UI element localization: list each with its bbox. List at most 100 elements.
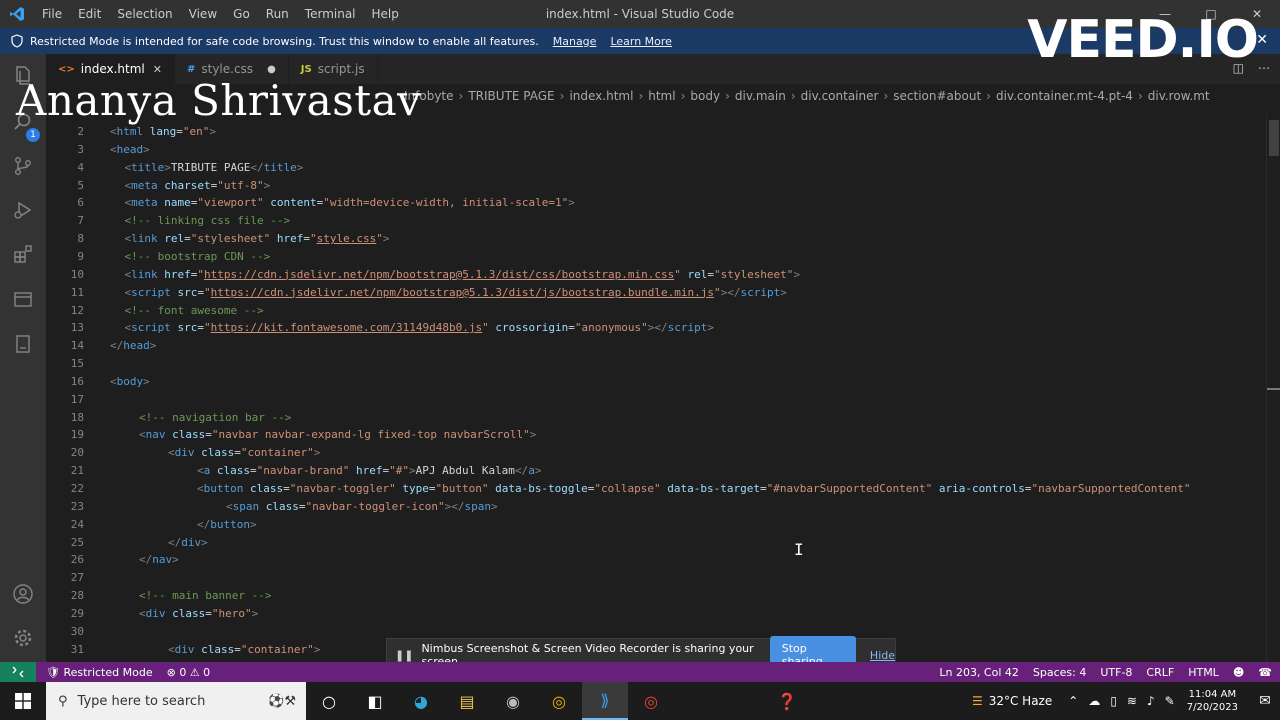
breadcrumb-item[interactable]: TRIBUTE PAGE [468, 89, 554, 103]
code-line[interactable]: 23 <span class="navbar-toggler-icon"></sp… [46, 498, 1266, 516]
more-actions-icon[interactable]: ⋯ [1258, 61, 1270, 75]
line-ending[interactable]: CRLF [1146, 666, 1174, 679]
line-number: 27 [70, 571, 84, 585]
problems-status[interactable]: ⊗ 0 ⚠ 0 [167, 666, 211, 679]
menu-item-view[interactable]: View [181, 7, 225, 21]
code-line[interactable]: 29 <div class="hero"> [46, 605, 1266, 623]
learn-more-link[interactable]: Learn More [610, 35, 672, 48]
code-line[interactable]: 22 <button class="navbar-toggler" type="b… [46, 480, 1266, 498]
cortana-icon[interactable]: ○ [306, 682, 352, 720]
banner-close-icon[interactable]: ✕ [1256, 32, 1268, 48]
code-line[interactable]: 15 [46, 355, 1266, 373]
code-line[interactable]: 9 <!-- bootstrap CDN --> [46, 248, 1266, 266]
menu-item-selection[interactable]: Selection [109, 7, 180, 21]
code-line[interactable]: 4 <title>TRIBUTE PAGE</title> [46, 159, 1266, 177]
vscode-taskbar-icon[interactable]: ⟫ [582, 682, 628, 720]
chrome-icon[interactable]: ◎ [536, 682, 582, 720]
windows-start-icon[interactable] [0, 682, 46, 720]
code-line[interactable]: 10 <link href="https://cdn.jsdelivr.net/n… [46, 266, 1266, 284]
menu-item-go[interactable]: Go [225, 7, 258, 21]
chrome-2-icon[interactable]: ◎ [628, 682, 674, 720]
code-line[interactable]: 12 <!-- font awesome --> [46, 302, 1266, 320]
breadcrumb-item[interactable]: body [690, 89, 720, 103]
battery-icon[interactable]: ▯ [1110, 694, 1117, 708]
language-mode[interactable]: HTML [1188, 666, 1219, 679]
encoding[interactable]: UTF-8 [1100, 666, 1132, 679]
windows-taskbar: ⚲ Type here to search ⚽⚒ ○ ◧ ◕ ▤ ◉ ◎ ⟫ ◎… [0, 682, 1280, 720]
notifications-bell-icon[interactable]: ☎ [1258, 666, 1272, 679]
code-text: <span class="navbar-toggler-icon"></span… [226, 498, 498, 516]
code-line[interactable]: 13 <script src="https://kit.fontawesome.c… [46, 319, 1266, 337]
code-line[interactable]: 19 <nav class="navbar navbar-expand-lg fi… [46, 426, 1266, 444]
remote-indicator-icon[interactable] [0, 662, 36, 682]
code-line[interactable]: 17 [46, 391, 1266, 409]
task-view-icon[interactable]: ◧ [352, 682, 398, 720]
menu-item-terminal[interactable]: Terminal [297, 7, 364, 21]
menu-item-file[interactable]: File [34, 7, 70, 21]
volume-icon[interactable]: ♪ [1147, 694, 1155, 708]
file-explorer-icon[interactable]: ▤ [444, 682, 490, 720]
breadcrumb-item[interactable]: index.html [569, 89, 633, 103]
breadcrumb-item[interactable]: div.row.mt [1148, 89, 1210, 103]
code-line[interactable]: 6 <meta name="viewport" content="width=de… [46, 194, 1266, 212]
code-editor[interactable]: 2 <html lang="en"> 3 <head> 4 <title>TRIBUTE … [46, 114, 1266, 662]
manage-link[interactable]: Manage [553, 35, 597, 48]
breadcrumb-item[interactable]: div.main [735, 89, 786, 103]
code-token: meta [131, 178, 158, 192]
code-line[interactable]: 7 <!-- linking css file --> [46, 212, 1266, 230]
code-line[interactable]: 2 <html lang="en"> [46, 123, 1266, 141]
taskbar-search-input[interactable]: ⚲ Type here to search ⚽⚒ [46, 682, 306, 720]
menu-item-help[interactable]: Help [364, 7, 407, 21]
code-line[interactable]: 14 </head> [46, 337, 1266, 355]
code-line[interactable]: 20 <div class="container"> [46, 444, 1266, 462]
edge-icon[interactable]: ◕ [398, 682, 444, 720]
wifi-icon[interactable]: ≋ [1127, 694, 1137, 708]
code-token: = [283, 482, 290, 495]
hide-link[interactable]: Hide [870, 649, 895, 662]
pause-icon: ❚❚ [395, 648, 414, 662]
breadcrumb-item[interactable]: html [648, 89, 675, 103]
code-line[interactable]: 5 <meta charset="utf-8"> [46, 177, 1266, 195]
remote-explorer-icon[interactable] [11, 288, 35, 312]
code-line[interactable]: 11 <script src="https://cdn.jsdelivr.net/… [46, 284, 1266, 302]
code-line[interactable]: 25 </div> [46, 534, 1266, 552]
extensions-icon[interactable] [11, 242, 35, 266]
pen-icon[interactable]: ✎ [1165, 694, 1175, 708]
editor-scrollbar[interactable] [1266, 114, 1280, 662]
tab-close-icon[interactable]: ✕ [153, 63, 162, 76]
code-line[interactable]: 26 </nav> [46, 551, 1266, 569]
scrollbar-thumb[interactable] [1269, 120, 1279, 156]
code-line[interactable]: 3 <head> [46, 141, 1266, 159]
run-debug-icon[interactable] [11, 198, 35, 222]
help-icon[interactable]: ❓ [764, 682, 810, 720]
menu-item-edit[interactable]: Edit [70, 7, 109, 21]
camera-icon[interactable]: ◉ [490, 682, 536, 720]
code-token: "button" [435, 482, 489, 495]
breadcrumb-item[interactable]: section#about [893, 89, 981, 103]
notification-center-icon[interactable]: ✉ [1250, 693, 1280, 709]
code-line[interactable]: 8 <link rel="stylesheet" href="style.css"… [46, 230, 1266, 248]
code-line[interactable]: 18 <!-- navigation bar --> [46, 409, 1266, 427]
cursor-position[interactable]: Ln 203, Col 42 [939, 666, 1019, 679]
account-icon[interactable] [11, 582, 35, 606]
code-line[interactable]: 27 [46, 569, 1266, 587]
chevron-up-icon[interactable]: ⌃ [1068, 694, 1078, 708]
unsaved-dot-icon[interactable]: ● [267, 64, 276, 75]
clock[interactable]: 11:04 AM 7/20/2023 [1187, 688, 1238, 714]
indentation[interactable]: Spaces: 4 [1033, 666, 1086, 679]
code-token: > [250, 517, 257, 531]
code-line[interactable]: 21 <a class="navbar-brand" href="#">APJ A… [46, 462, 1266, 480]
source-control-icon[interactable] [11, 154, 35, 178]
breadcrumb-item[interactable]: div.container [801, 89, 879, 103]
restricted-mode-status[interactable]: 🛡 Restricted Mode [46, 666, 153, 679]
code-line[interactable]: 24 </button> [46, 516, 1266, 534]
gear-icon[interactable] [11, 626, 35, 650]
breadcrumb-item[interactable]: div.container.mt-4.pt-4 [996, 89, 1133, 103]
cloud-icon[interactable]: ☁ [1088, 694, 1100, 708]
code-line[interactable]: 16 <body> [46, 373, 1266, 391]
feedback-icon[interactable]: ☻ [1233, 666, 1244, 679]
menu-item-run[interactable]: Run [258, 7, 297, 21]
notebook-icon[interactable] [11, 332, 35, 356]
weather-widget[interactable]: ☰ 32°C Haze [972, 694, 1052, 708]
code-line[interactable]: 28 <!-- main banner --> [46, 587, 1266, 605]
